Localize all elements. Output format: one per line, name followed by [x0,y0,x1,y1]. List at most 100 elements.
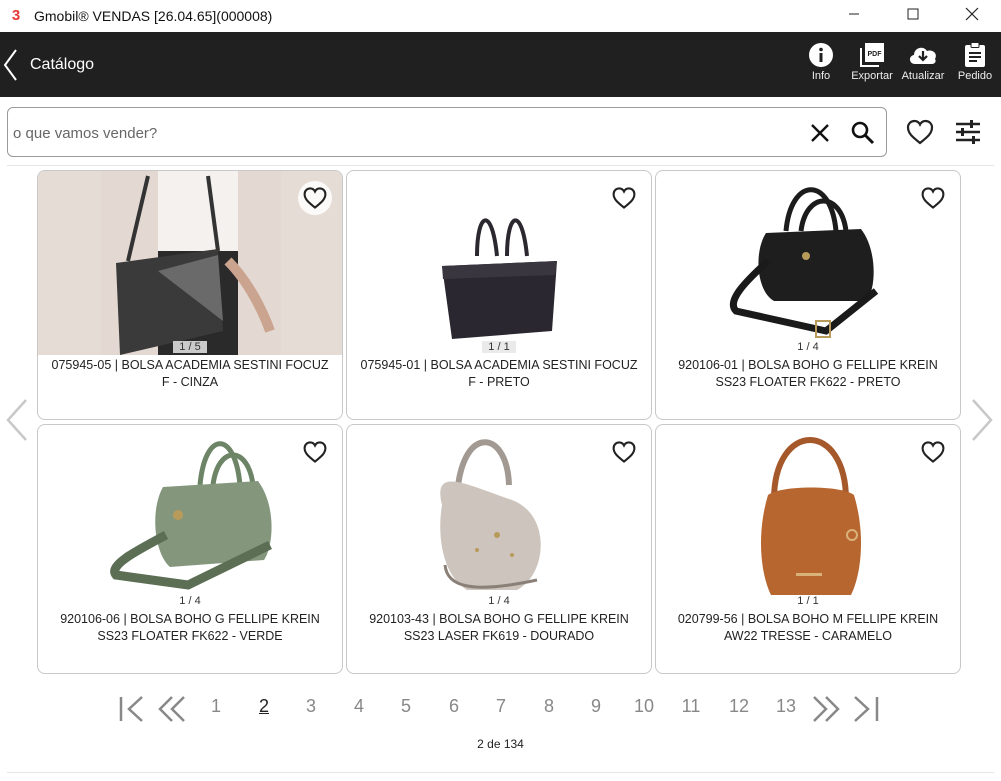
divider [7,772,994,773]
last-page-button[interactable] [851,694,883,724]
page-link[interactable]: 13 [768,696,804,717]
favorite-button[interactable] [298,435,332,469]
product-card[interactable]: 1 / 4 920106-06 | BOLSA BOHO G FELLIPE K… [37,424,343,674]
window-title: Gmobil® VENDAS [26.04.65](000008) [34,8,273,24]
page-status: 2 de 134 [477,737,524,751]
page-link[interactable]: 5 [388,696,424,717]
page-link[interactable]: 12 [721,696,757,717]
info-button[interactable]: Info [796,42,846,82]
page-link[interactable]: 4 [341,696,377,717]
product-name: 075945-05 | BOLSA ACADEMIA SESTINI FOCUZ… [51,358,329,389]
page-link-current[interactable]: 2 [246,696,282,717]
previous-block-button[interactable] [156,694,188,724]
minimize-icon [848,13,859,15]
double-chevron-left-icon [158,696,185,722]
export-button[interactable]: PDF Exportar [847,42,897,82]
heart-icon [303,187,327,209]
page-link[interactable]: 6 [436,696,472,717]
heart-icon [612,187,636,209]
pagination: 1 2 3 4 5 6 7 8 9 10 11 12 13 [0,690,1001,726]
product-name: 920106-06 | BOLSA BOHO G FELLIPE KREIN S… [60,612,320,643]
product-card[interactable]: 1 / 4 920103-43 | BOLSA BOHO G FELLIPE K… [346,424,652,674]
image-counter: 1 / 4 [179,595,201,607]
refresh-button[interactable]: Atualizar [898,42,948,82]
divider [7,165,994,166]
product-name: 020799-56 | BOLSA BOHO M FELLIPE KREIN A… [677,612,939,643]
search-button[interactable] [850,120,876,146]
product-name: 075945-01 | BOLSA ACADEMIA SESTINI FOCUZ… [360,358,638,389]
page-link[interactable]: 3 [293,696,329,717]
heart-icon [612,441,636,463]
svg-text:PDF: PDF [868,51,883,58]
last-page-icon [854,696,879,722]
favorite-button[interactable] [607,181,641,215]
chevron-right-icon [972,399,993,441]
heart-icon [921,187,945,209]
chevron-left-icon [6,399,27,441]
product-card[interactable]: 1 / 4 920106-01 | BOLSA BOHO G FELLIPE K… [655,170,961,420]
next-page-arrow[interactable] [969,398,995,442]
info-icon [809,43,833,67]
page-link[interactable]: 11 [673,696,709,717]
double-chevron-right-icon [813,696,840,722]
page-link[interactable]: 1 [198,696,234,717]
next-block-button[interactable] [810,694,842,724]
favorite-button[interactable] [298,181,332,215]
first-page-button[interactable] [116,694,148,724]
page-link[interactable]: 8 [531,696,567,717]
search-icon [851,121,875,145]
favorite-button[interactable] [916,435,950,469]
image-counter: 1 / 1 [797,595,819,607]
refresh-label: Atualizar [901,70,945,82]
page-title: Catálogo [30,56,95,73]
filters-button[interactable] [953,117,983,147]
product-image [38,171,342,355]
favorite-button[interactable] [607,435,641,469]
product-card[interactable]: 1 / 1 020799-56 | BOLSA BOHO M FELLIPE K… [655,424,961,674]
product-image [656,171,960,355]
product-card[interactable]: 1 / 1 075945-01 | BOLSA ACADEMIA SESTINI… [346,170,652,420]
order-label: Pedido [957,70,993,82]
favorite-button[interactable] [916,181,950,215]
image-counter: 1 / 4 [797,341,819,353]
cloud-download-icon [909,47,936,64]
page-link[interactable]: 7 [483,696,519,717]
product-image [347,425,651,609]
product-image [38,425,342,609]
app-logo-icon: 3 [11,7,21,24]
search-box [7,107,887,157]
order-button[interactable]: Pedido [950,42,1000,82]
maximize-button[interactable] [883,0,942,28]
app-header: Catálogo Info PDF Exportar Atualizar Ped… [0,32,1001,97]
close-icon [965,7,978,21]
close-icon [811,124,829,142]
search-input[interactable] [13,121,793,145]
clipboard-icon [965,42,985,67]
image-counter: 1 / 4 [488,595,510,607]
product-name: 920106-01 | BOLSA BOHO G FELLIPE KREIN S… [678,358,938,389]
window-title-bar: 3 Gmobil® VENDAS [26.04.65](000008) [0,0,1001,32]
favorites-filter-button[interactable] [905,117,935,147]
pdf-icon: PDF [860,43,884,67]
first-page-icon [119,696,143,722]
chevron-left-icon [3,49,17,81]
product-image [656,425,960,609]
product-name: 920103-43 | BOLSA BOHO G FELLIPE KREIN S… [369,612,629,643]
tune-icon [956,120,980,144]
heart-icon [906,119,934,145]
info-label: Info [811,70,831,82]
clear-search-button[interactable] [808,121,832,145]
maximize-icon [907,8,918,20]
product-image [347,171,651,355]
close-window-button[interactable] [942,0,1001,28]
back-button[interactable] [2,48,20,82]
product-card[interactable]: 1 / 5 075945-05 | BOLSA ACADEMIA SESTINI… [37,170,343,420]
export-label: Exportar [851,70,893,82]
heart-icon [303,441,327,463]
image-counter: 1 / 1 [482,341,516,353]
image-counter: 1 / 5 [173,341,207,353]
previous-page-arrow[interactable] [4,398,30,442]
page-link[interactable]: 10 [626,696,662,717]
minimize-button[interactable] [824,0,883,28]
page-link[interactable]: 9 [578,696,614,717]
